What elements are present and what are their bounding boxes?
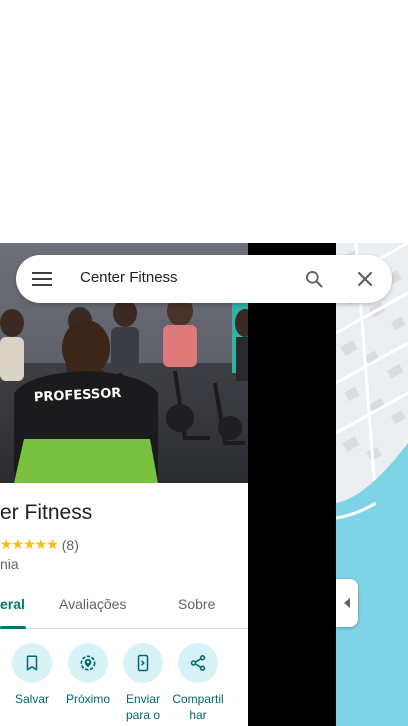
rating-row[interactable]: ★★★★★ (8) bbox=[0, 536, 79, 553]
action-bar: Salvar Próximo Enviar para o Compartilha… bbox=[0, 643, 248, 726]
send-button-circle bbox=[123, 643, 163, 683]
nearby-label: Próximo bbox=[65, 692, 110, 706]
search-button[interactable] bbox=[302, 267, 326, 291]
search-bar: Center Fitness bbox=[16, 255, 392, 303]
share-label: Compartilhar bbox=[172, 692, 224, 722]
video-black-area bbox=[248, 243, 336, 726]
save-button[interactable]: Salvar bbox=[4, 643, 60, 707]
share-button[interactable]: Compartilhar bbox=[170, 643, 226, 723]
nearby-button-circle bbox=[68, 643, 108, 683]
place-title: er Fitness bbox=[0, 501, 93, 524]
send-label: Enviar para o bbox=[125, 692, 161, 722]
tab-overview[interactable]: eral bbox=[0, 596, 25, 612]
tab-reviews-label: Avaliações bbox=[59, 596, 127, 612]
star-rating: ★★★★★ bbox=[0, 536, 59, 552]
tab-reviews[interactable]: Avaliações bbox=[59, 596, 126, 612]
search-icon bbox=[306, 271, 323, 288]
share-button-circle bbox=[178, 643, 218, 683]
map-drawing bbox=[336, 243, 408, 726]
place-category[interactable]: nia bbox=[0, 556, 19, 572]
tab-about[interactable]: Sobre bbox=[178, 596, 215, 612]
bookmark-icon bbox=[26, 655, 38, 671]
close-icon bbox=[357, 271, 373, 287]
save-button-circle bbox=[12, 643, 52, 683]
chevron-left-icon bbox=[344, 598, 350, 608]
map-canvas[interactable] bbox=[336, 243, 408, 726]
search-input[interactable]: Center Fitness bbox=[80, 269, 178, 286]
send-to-phone-icon bbox=[137, 654, 149, 672]
nearby-button[interactable]: Próximo bbox=[60, 643, 116, 707]
collapse-panel-button[interactable] bbox=[336, 579, 358, 627]
share-icon bbox=[190, 655, 206, 671]
close-button[interactable] bbox=[353, 267, 377, 291]
save-label: Salvar bbox=[14, 692, 49, 706]
place-tabs: eral Avaliações Sobre bbox=[0, 588, 248, 629]
active-tab-indicator bbox=[0, 626, 26, 629]
tab-about-label: Sobre bbox=[178, 596, 216, 612]
send-to-phone-button[interactable]: Enviar para o bbox=[115, 643, 171, 723]
hamburger-menu-icon bbox=[32, 272, 52, 286]
nearby-icon bbox=[80, 655, 96, 671]
blank-area bbox=[0, 0, 408, 243]
review-count[interactable]: (8) bbox=[62, 537, 79, 553]
menu-button[interactable] bbox=[30, 267, 54, 291]
place-panel: PROFESSOR er Fitness ★★★★★ (8) nia eral … bbox=[0, 243, 248, 726]
tab-overview-label: eral bbox=[0, 596, 25, 612]
